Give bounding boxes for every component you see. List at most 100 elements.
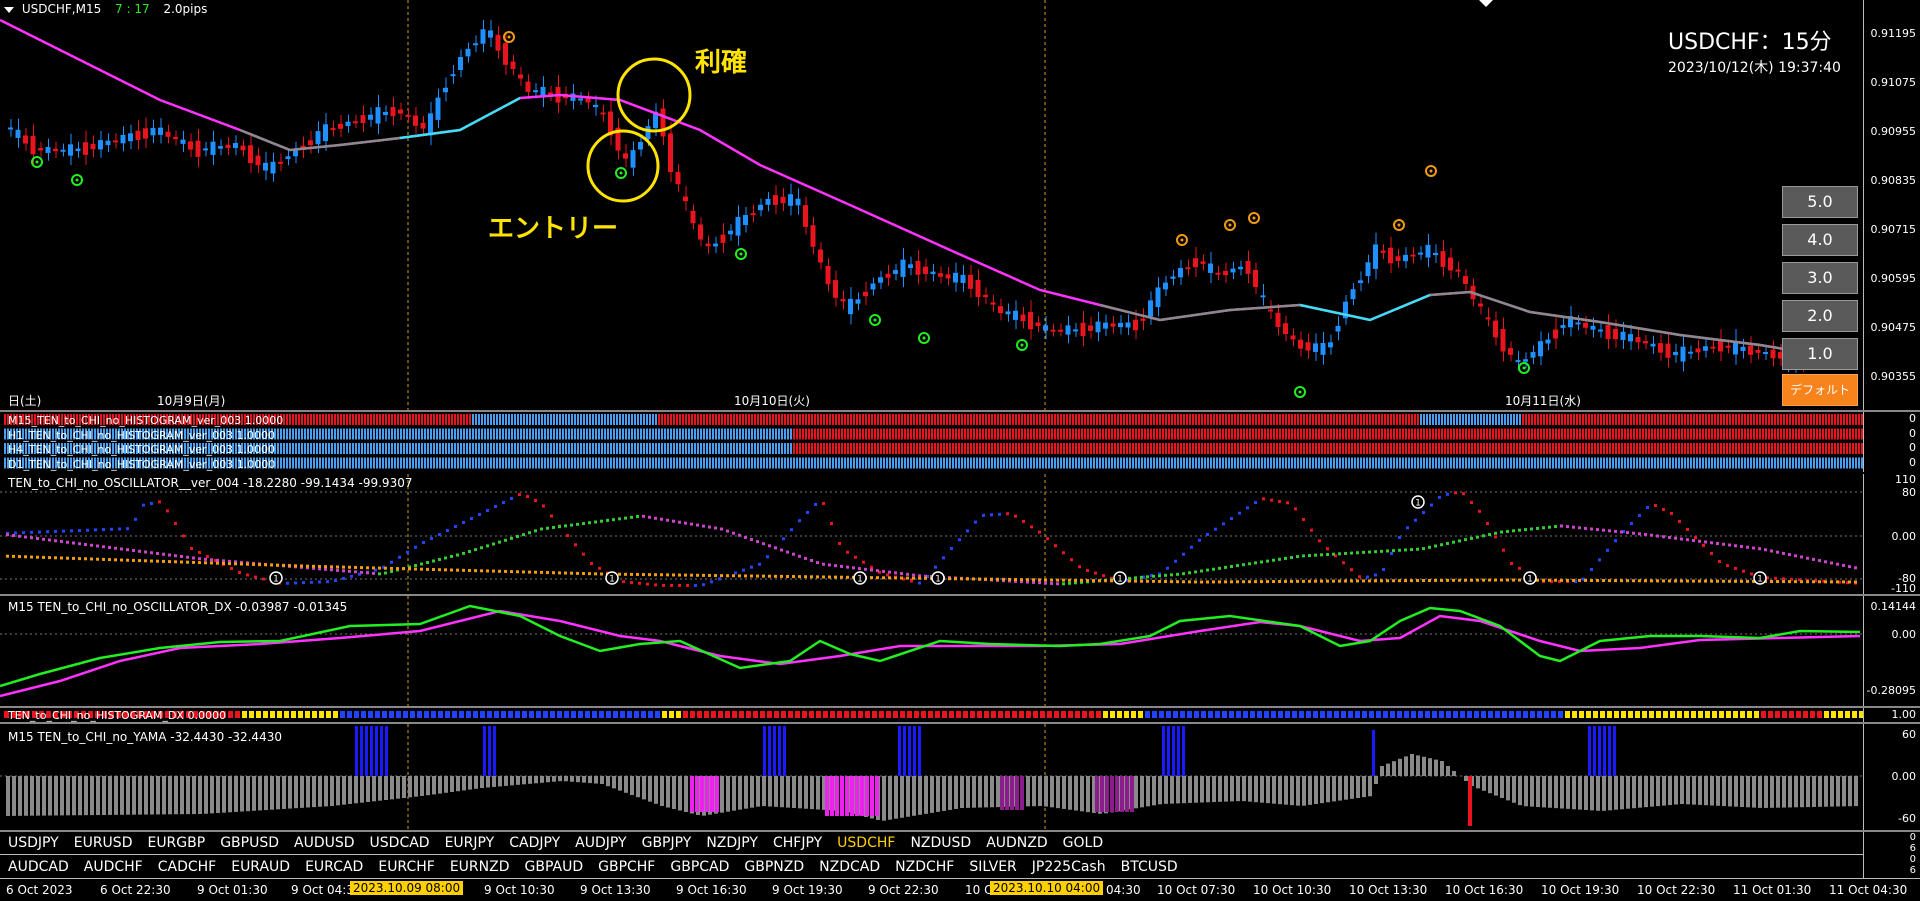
lot-5.0-button[interactable]: 5.0 [1782, 186, 1858, 218]
symbol-gbpjpy[interactable]: GBPJPY [642, 835, 692, 851]
price-chart-panel[interactable]: 0.91195 0.91075 0.90955 0.90835 0.90715 0.905… [0, 0, 1920, 410]
symbol-eurchf[interactable]: EURCHF [378, 859, 434, 875]
histogram-bar [454, 414, 456, 425]
symbol-chfjpy[interactable]: CHFJPY [773, 835, 822, 851]
symbol-audjpy[interactable]: AUDJPY [575, 835, 626, 851]
symbol-btcusd[interactable]: BTCUSD [1121, 859, 1178, 875]
symbol-gbpcad[interactable]: GBPCAD [670, 859, 729, 875]
histogram-dx-panel[interactable]: TEN_to_CHI_no_HISTOGRAM_DX 0.0000 1.00 [0, 708, 1920, 722]
lot-2.0-button[interactable]: 2.0 [1782, 300, 1858, 332]
symbol-usdcad[interactable]: USDCAD [370, 835, 430, 851]
symbol-nzdjpy[interactable]: NZDJPY [706, 835, 758, 851]
oscillator-fast-dot [974, 520, 977, 524]
oscillator-dx-panel[interactable]: M15 TEN_to_CHI_no_OSCILLATOR_DX -0.03987… [0, 596, 1920, 706]
histogram-bar [388, 428, 390, 440]
histogram-bar [685, 414, 687, 425]
symbol-silver[interactable]: SILVER [969, 859, 1016, 875]
symbol-gbpchf[interactable]: GBPCHF [598, 859, 655, 875]
oscillator-mid-dot [1158, 574, 1161, 578]
symbol-audchf[interactable]: AUDCHF [84, 859, 143, 875]
histogram-bar [736, 414, 738, 425]
histogram-bar [1780, 428, 1782, 440]
yama-panel[interactable]: M15 TEN_to_CHI_no_YAMA -32.4430 -32.4430… [0, 724, 1920, 830]
symbol-cadchf[interactable]: CADCHF [158, 859, 217, 875]
symbol-nzdcad[interactable]: NZDCAD [819, 859, 880, 875]
default-button[interactable]: デフォルト [1782, 374, 1858, 406]
panel-divider[interactable] [0, 854, 1920, 855]
histogram-bar [1333, 428, 1335, 440]
histogram-bar [451, 443, 453, 454]
top-scroll-marker-icon[interactable] [1479, 0, 1493, 7]
yama-bar [1602, 776, 1606, 811]
symbol-euraud[interactable]: EURAUD [231, 859, 290, 875]
histogram-dx-bar [1635, 711, 1640, 718]
histogram-bar [592, 457, 594, 469]
oscillator-scale-tick: 0.00 [1891, 530, 1917, 543]
histogram-bar [1012, 428, 1014, 440]
symbol-cadjpy[interactable]: CADJPY [509, 835, 560, 851]
bearish-candle [53, 148, 58, 152]
symbol-eurjpy[interactable]: EURJPY [445, 835, 495, 851]
histogram-dx-bar [473, 711, 478, 718]
symbol-eurnzd[interactable]: EURNZD [450, 859, 510, 875]
histogram-bar [1309, 457, 1311, 469]
histogram-bar [1240, 414, 1242, 425]
yama-bar [468, 776, 472, 790]
lot-1.0-button[interactable]: 1.0 [1782, 338, 1858, 370]
symbol-eurgbp[interactable]: EURGBP [147, 835, 205, 851]
histogram-bar [307, 457, 309, 469]
histogram-dx-bar [998, 711, 1003, 718]
histogram-dx-bar [557, 711, 562, 718]
histogram-bar [946, 457, 948, 469]
oscillator-mid-dot [798, 554, 801, 558]
histogram-bar [1795, 414, 1797, 425]
histogram-bar [1534, 414, 1536, 425]
oscillator-slow-dot [1062, 578, 1065, 582]
symbol-gbpaud[interactable]: GBPAUD [525, 859, 584, 875]
symbol-eurusd[interactable]: EURUSD [74, 835, 133, 851]
oscillator-mid-dot [1716, 542, 1719, 545]
histogram-bar [1150, 457, 1152, 469]
symbol-usdjpy[interactable]: USDJPY [8, 835, 59, 851]
symbol-eurcad[interactable]: EURCAD [305, 859, 363, 875]
symbol-gbpnzd[interactable]: GBPNZD [744, 859, 804, 875]
price-scale[interactable]: 0.91195 0.91075 0.90955 0.90835 0.90715 0.905… [1863, 0, 1920, 410]
histogram-bar [1843, 443, 1845, 454]
time-axis[interactable]: 6 Oct 2023 6 Oct 22:30 9 Oct 01:30 9 Oct 04… [0, 878, 1920, 901]
histogram-dx-bar [1530, 711, 1535, 718]
yama-bar [282, 776, 286, 809]
histogram-bar [1069, 443, 1071, 454]
symbol-gbpusd[interactable]: GBPUSD [220, 835, 279, 851]
histogram-bar [1141, 428, 1143, 440]
symbol-audcad[interactable]: AUDCAD [8, 859, 69, 875]
lot-3.0-button[interactable]: 3.0 [1782, 262, 1858, 294]
histogram-bar [1072, 428, 1074, 440]
histogram-bar [523, 428, 525, 440]
yama-bar [1422, 756, 1426, 776]
chart-menu-icon[interactable] [4, 7, 14, 13]
lot-4.0-button[interactable]: 4.0 [1782, 224, 1858, 256]
oscillator-mid-dot [546, 526, 549, 530]
oscillator-slow-dot [1290, 579, 1293, 583]
symbol-usdchf[interactable]: USDCHF [837, 835, 895, 851]
oscillator-slow-dot [558, 571, 561, 575]
symbol-nzdchf[interactable]: NZDCHF [895, 859, 954, 875]
histogram-bar [1843, 414, 1845, 425]
histogram-bar [1000, 428, 1002, 440]
histogram-dx-bar [494, 711, 499, 718]
bearish-candle [660, 108, 666, 137]
symbol-gold[interactable]: GOLD [1063, 835, 1103, 851]
symbol-jp225cash[interactable]: JP225Cash [1032, 859, 1106, 875]
oscillator-slow-dot [1392, 579, 1395, 583]
histogram-dx-bar [508, 711, 513, 718]
yama-blue-bar [1613, 726, 1616, 776]
histogram-bar [712, 428, 714, 440]
oscillator-panel[interactable]: 11111111 TEN_to_CHI_no_OSCILLATOR__ver_0… [0, 473, 1920, 595]
yama-bar [612, 776, 616, 789]
symbol-audusd[interactable]: AUDUSD [294, 835, 355, 851]
symbol-nzdusd[interactable]: NZDUSD [910, 835, 971, 851]
histogram-bar [1384, 414, 1386, 425]
oscillator-slow-dot [276, 563, 279, 567]
symbol-audnzd[interactable]: AUDNZD [986, 835, 1047, 851]
oscillator-mid-dot [1854, 566, 1857, 570]
